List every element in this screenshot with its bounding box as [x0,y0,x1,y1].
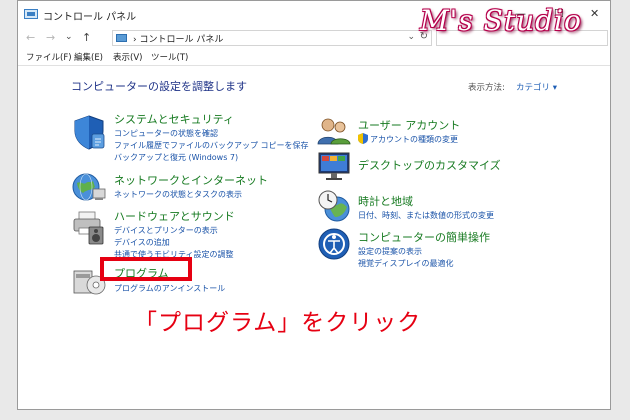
menu-file[interactable]: ファイル(F) [26,51,72,63]
menu-view[interactable]: 表示(V) [113,51,142,63]
address-path: › コントロール パネル [133,35,224,45]
link-optimize-display[interactable]: 視覚ディスプレイの最適化 [358,258,453,269]
link-suggested-settings[interactable]: 設定の提案の表示 [358,246,422,257]
link-date-time-format[interactable]: 日付、時刻、または数値の形式の変更 [358,210,494,221]
link-uninstall-program[interactable]: プログラムのアンインストール [114,283,225,294]
category-user-accounts[interactable]: ユーザー アカウント [358,117,460,133]
control-panel-app-icon [24,9,38,19]
control-panel-folder-icon [116,34,127,42]
forward-arrow-icon[interactable]: → [46,31,55,44]
programs-highlight-box [100,257,192,281]
ease-of-access-icon [318,228,350,260]
category-network-internet[interactable]: ネットワークとインターネット [114,172,268,188]
address-dropdown-icon[interactable]: ⌄ [407,32,415,42]
category-system-security[interactable]: システムとセキュリティ [114,111,234,127]
clock-globe-icon [318,190,350,222]
up-arrow-icon[interactable]: ↑ [82,31,91,44]
category-ease-of-access[interactable]: コンピューターの簡単操作 [358,229,490,245]
shield-icon [74,115,105,150]
close-button[interactable]: ✕ [590,7,599,20]
page-heading: コンピューターの設定を調整します [71,80,247,93]
link-file-history-backup[interactable]: ファイル履歴でファイルのバックアップ コピーを保存 [114,140,309,151]
link-check-computer-status[interactable]: コンピューターの状態を確認 [114,128,218,139]
window-title: コントロール パネル [43,12,137,23]
menu-edit[interactable]: 編集(E) [74,51,103,63]
uac-shield-icon [358,133,368,144]
recent-locations-chevron-icon[interactable]: ⌄ [65,32,73,42]
back-arrow-icon[interactable]: ← [26,31,35,44]
view-by-dropdown[interactable]: カテゴリ ▾ [516,81,557,93]
desktop-display-icon [318,152,350,180]
menu-bar: ファイル(F) 編集(E) 表示(V) ツール(T) [18,49,610,66]
network-globe-icon [72,173,106,201]
link-change-account-type[interactable]: アカウントの種類の変更 [370,134,458,145]
link-devices-printers[interactable]: デバイスとプリンターの表示 [114,225,218,236]
user-accounts-icon [317,118,351,145]
category-clock-region[interactable]: 時計と地域 [358,193,413,209]
link-add-device[interactable]: デバイスの追加 [114,237,170,248]
menu-tools[interactable]: ツール(T) [151,51,188,63]
control-panel-window: コントロール パネル — ☐ ✕ ← → ⌄ ↑ › コントロール パネル ⌄ … [17,0,611,410]
category-appearance[interactable]: デスクトップのカスタマイズ [358,157,501,173]
link-backup-restore[interactable]: バックアップと復元 (Windows 7) [114,152,238,163]
studio-watermark: M's Studio [420,4,582,37]
printer-speaker-icon [73,211,104,245]
instruction-text: 「プログラム」をクリック [134,310,422,336]
address-bar[interactable]: › コントロール パネル ⌄ ↻ [112,30,432,46]
category-hardware-sound[interactable]: ハードウェアとサウンド [114,208,235,224]
link-view-network-status[interactable]: ネットワークの状態とタスクの表示 [114,189,242,200]
view-by-label: 表示方法: [468,83,505,93]
